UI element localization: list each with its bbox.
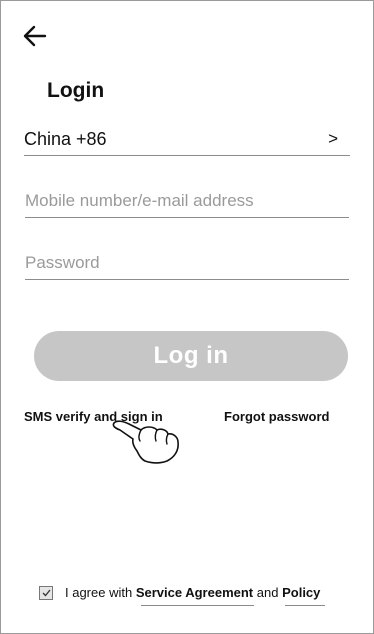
password-input[interactable]: [25, 253, 349, 273]
arrow-left-icon: [23, 25, 47, 47]
back-button[interactable]: [21, 23, 49, 49]
agreement-checkbox[interactable]: [39, 585, 53, 600]
hand-pointer-icon: [112, 420, 179, 464]
page-title: Login: [47, 79, 105, 102]
checkmark-icon: [42, 589, 51, 596]
mobile-email-input[interactable]: [25, 191, 349, 211]
agreement-row: I agree with Service Agreement and Polic…: [39, 585, 320, 600]
policy-link[interactable]: Policy: [282, 585, 320, 600]
agreement-conjunction: and: [256, 585, 279, 600]
country-code-selector[interactable]: China +86 >: [24, 125, 350, 156]
divider: [141, 605, 254, 606]
service-agreement-link[interactable]: Service Agreement: [136, 585, 253, 600]
mobile-email-field[interactable]: [25, 183, 349, 218]
password-field[interactable]: [25, 245, 349, 280]
login-button[interactable]: Log in: [34, 331, 348, 381]
login-screen: Login China +86 > Log in SMS verify and …: [0, 0, 374, 634]
login-button-label: Log in: [153, 342, 229, 369]
agreement-prefix: I agree with: [65, 585, 133, 600]
chevron-right-icon: >: [328, 129, 338, 148]
divider: [285, 605, 325, 606]
forgot-password-link[interactable]: Forgot password: [224, 409, 329, 424]
country-code-value: China +86: [24, 129, 107, 149]
